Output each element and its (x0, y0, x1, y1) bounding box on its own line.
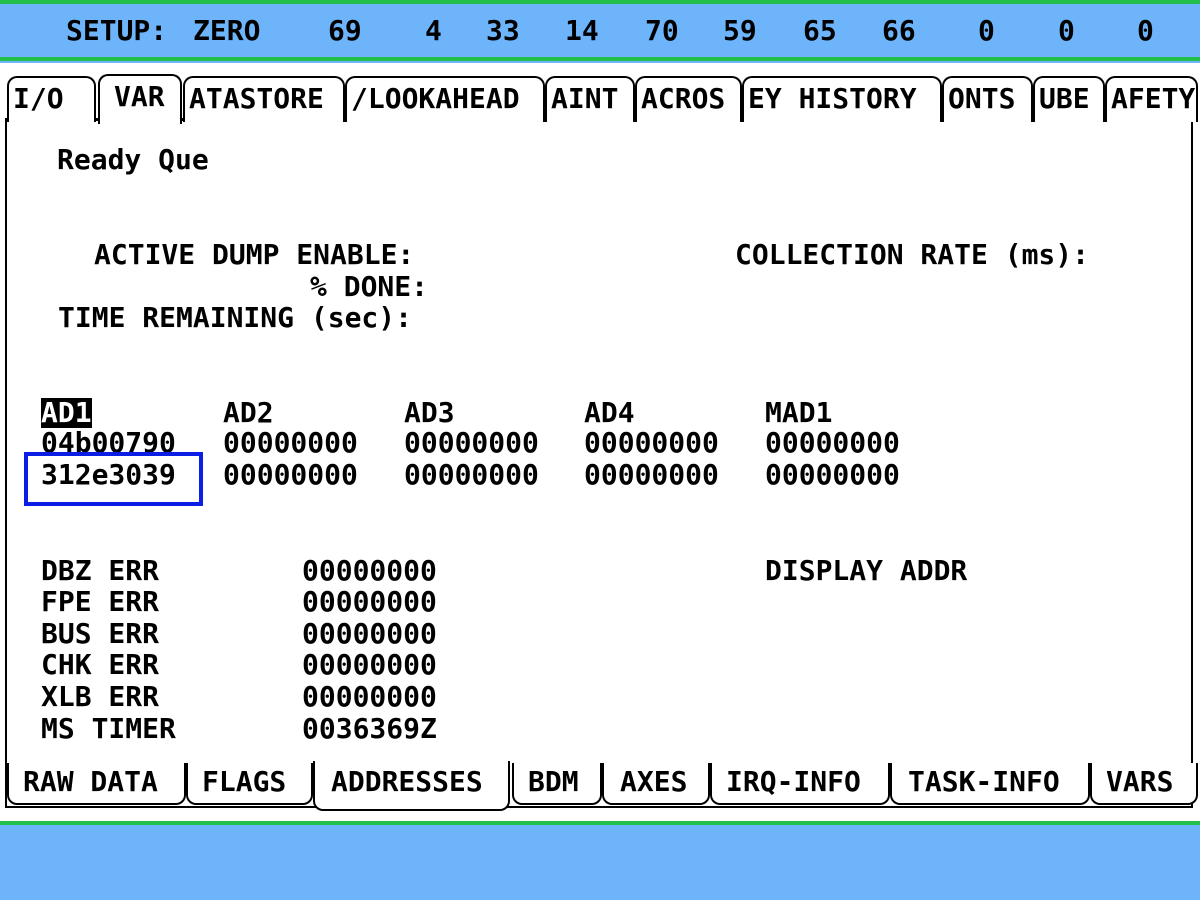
tab-fonts[interactable]: ONTS (942, 76, 1033, 122)
footer-area (0, 825, 1200, 900)
status-value: 59 (723, 14, 757, 47)
tab-lookahead[interactable]: /LOOKAHEAD (345, 76, 545, 122)
tab-flags[interactable]: FLAGS (186, 763, 313, 805)
ready-queue-label: Ready Que (57, 143, 209, 176)
status-value: 33 (486, 14, 520, 47)
error-label: DBZ ERR (41, 554, 160, 587)
tab-datastore[interactable]: ATASTORE (183, 76, 345, 122)
percent-done-label: % DONE: (310, 270, 429, 303)
tab-var[interactable]: VAR (98, 74, 182, 124)
tab-task-info[interactable]: TASK-INFO (890, 763, 1090, 805)
status-value: 69 (328, 14, 362, 47)
column-header-ad2: AD2 (223, 396, 274, 429)
main-panel: I/O VAR ATASTORE /LOOKAHEAD AINT ACROS E… (0, 63, 1200, 821)
selection-highlight-box (24, 452, 203, 506)
display-addr-label: DISPLAY ADDR (765, 554, 968, 587)
status-value: 4 (425, 14, 442, 47)
column-header-ad4: AD4 (584, 396, 635, 429)
tab-axes[interactable]: AXES (602, 763, 710, 805)
address-cell: 00000000 (765, 458, 900, 491)
address-cell: 00000000 (223, 458, 358, 491)
status-value: 14 (565, 14, 599, 47)
error-value: 00000000 (302, 554, 437, 587)
address-cell: 00000000 (584, 426, 719, 459)
tab-cube[interactable]: UBE (1033, 76, 1105, 122)
active-dump-enable-label: ACTIVE DUMP ENABLE: (94, 238, 415, 271)
tab-vars[interactable]: VARS (1090, 763, 1198, 805)
error-label: XLB ERR (41, 680, 160, 713)
column-header-ad1[interactable]: AD1 (41, 398, 92, 428)
address-cell: 00000000 (223, 426, 358, 459)
error-value: 00000000 (302, 648, 437, 681)
tab-io[interactable]: I/O (7, 76, 96, 122)
address-cell: 00000000 (584, 458, 719, 491)
error-label: FPE ERR (41, 585, 160, 618)
status-value: 0 (1137, 14, 1154, 47)
status-value: 65 (803, 14, 837, 47)
error-label: CHK ERR (41, 648, 160, 681)
time-remaining-label: TIME REMAINING (sec): (58, 301, 413, 334)
header-divider (0, 57, 1200, 61)
status-bar: SETUP: ZERO 69 4 33 14 70 59 65 66 0 0 0 (0, 4, 1200, 57)
status-value: 66 (882, 14, 916, 47)
error-value: 00000000 (302, 617, 437, 650)
tab-safety[interactable]: AFETY (1105, 76, 1198, 122)
tab-macros[interactable]: ACROS (635, 76, 742, 122)
collection-rate-label: COLLECTION RATE (ms): (735, 238, 1090, 271)
address-cell: 00000000 (404, 426, 539, 459)
tab-paint[interactable]: AINT (545, 76, 635, 122)
error-value: 00000000 (302, 585, 437, 618)
column-header-ad3: AD3 (404, 396, 455, 429)
status-value: 70 (645, 14, 679, 47)
setup-mode: ZERO (193, 14, 261, 47)
tab-addresses[interactable]: ADDRESSES (313, 761, 510, 811)
tab-bdm[interactable]: BDM (512, 763, 602, 805)
error-label: BUS ERR (41, 617, 160, 650)
setup-label: SETUP: (66, 14, 168, 47)
address-cell: 00000000 (404, 458, 539, 491)
tab-irq-info[interactable]: IRQ-INFO (710, 763, 890, 805)
status-value: 0 (1058, 14, 1075, 47)
timer-label: MS TIMER (41, 712, 176, 745)
address-cell: 00000000 (765, 426, 900, 459)
column-header-mad1: MAD1 (765, 396, 833, 429)
status-value: 0 (978, 14, 995, 47)
tab-raw-data[interactable]: RAW DATA (7, 763, 186, 805)
timer-value: 0036369Z (302, 712, 437, 745)
error-value: 00000000 (302, 680, 437, 713)
tab-key-history[interactable]: EY HISTORY (742, 76, 942, 122)
